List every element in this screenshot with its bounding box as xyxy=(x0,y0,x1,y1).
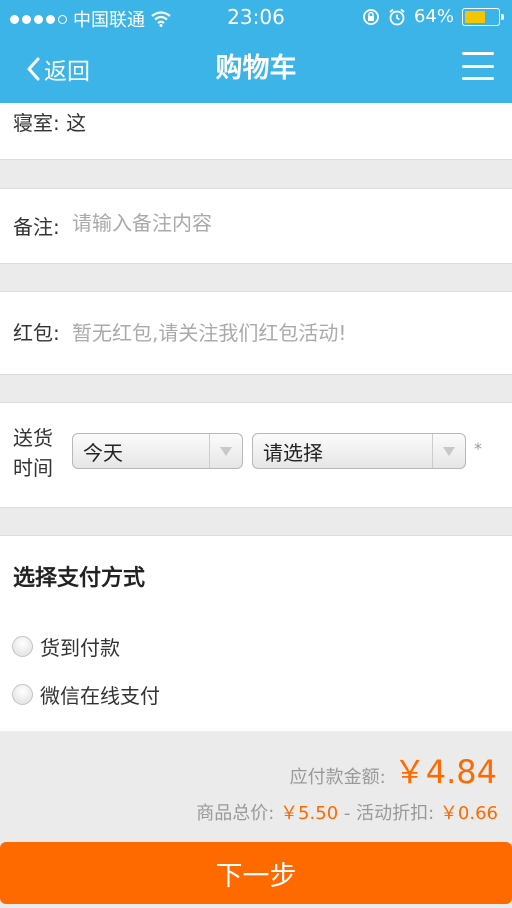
remark-label: 备注: xyxy=(13,215,60,239)
payable-label: 应付款金额: xyxy=(289,767,386,788)
dropdown-arrow-icon xyxy=(209,434,242,468)
page-title: 购物车 xyxy=(215,53,297,84)
payment-option-wechat[interactable]: 微信在线支付 xyxy=(12,680,160,709)
payment-title: 选择支付方式 xyxy=(13,566,146,591)
payment-option-label: 微信在线支付 xyxy=(40,684,160,708)
nav-bar: 返回 购物车 xyxy=(0,34,512,103)
minus-separator: - xyxy=(343,803,351,824)
red-packet-label: 红包: xyxy=(13,321,60,345)
subtotal-value: ￥5.50 xyxy=(280,803,339,824)
alarm-icon xyxy=(389,8,405,25)
price-detail-line: 商品总价: ￥5.50 - 活动折扣: ￥0.66 xyxy=(196,799,498,825)
dorm-section: 寝室: 这 xyxy=(0,103,512,160)
red-packet-section: 红包: 暂无红包,请关注我们红包活动! xyxy=(0,291,512,375)
battery-level xyxy=(465,10,486,23)
payable-line: 应付款金额: ￥4.84 xyxy=(290,747,497,793)
remark-section: 备注: xyxy=(0,188,512,264)
dorm-label: 寝室: xyxy=(13,111,60,135)
radio-button[interactable] xyxy=(12,636,33,657)
dorm-value: 这 xyxy=(66,111,87,135)
discount-label: 活动折扣: xyxy=(356,803,435,824)
payable-amount: ￥4.84 xyxy=(393,753,497,791)
dorm-row: 寝室: 这 xyxy=(13,107,86,136)
menu-icon[interactable] xyxy=(462,52,494,80)
status-right: 64% xyxy=(362,6,504,27)
app-header: 中国联通 23:06 64% 返回 购物车 xyxy=(0,0,512,103)
radio-button[interactable] xyxy=(12,684,33,705)
subtotal-label: 商品总价: xyxy=(196,803,275,824)
red-packet-text: 暂无红包,请关注我们红包活动! xyxy=(72,321,347,345)
battery-percent: 64% xyxy=(413,6,454,27)
payment-option-cod[interactable]: 货到付款 xyxy=(12,632,120,661)
delivery-time-select[interactable]: 请选择 xyxy=(252,433,466,469)
delivery-time-value: 请选择 xyxy=(263,440,323,465)
delivery-label-line1: 送货 xyxy=(13,426,53,450)
payment-option-label: 货到付款 xyxy=(40,636,120,660)
discount-value: ￥0.66 xyxy=(439,803,498,824)
order-summary: 应付款金额: ￥4.84 商品总价: ￥5.50 - 活动折扣: ￥0.66 xyxy=(0,731,512,841)
delivery-label: 送货 时间 xyxy=(13,423,53,483)
delivery-label-line2: 时间 xyxy=(13,456,53,480)
payment-section: 选择支付方式 货到付款 微信在线支付 xyxy=(0,535,512,731)
delivery-section: 送货 时间 今天 请选择 * xyxy=(0,402,512,508)
next-step-button[interactable]: 下一步 xyxy=(0,842,512,904)
delivery-day-select[interactable]: 今天 xyxy=(72,433,243,469)
delivery-day-value: 今天 xyxy=(83,440,123,465)
dropdown-arrow-icon xyxy=(432,434,465,468)
battery-icon xyxy=(462,7,504,26)
remark-input[interactable] xyxy=(72,211,472,235)
required-mark: * xyxy=(474,439,482,458)
status-bar: 中国联通 23:06 64% xyxy=(0,0,512,34)
rotation-lock-icon xyxy=(363,8,379,25)
